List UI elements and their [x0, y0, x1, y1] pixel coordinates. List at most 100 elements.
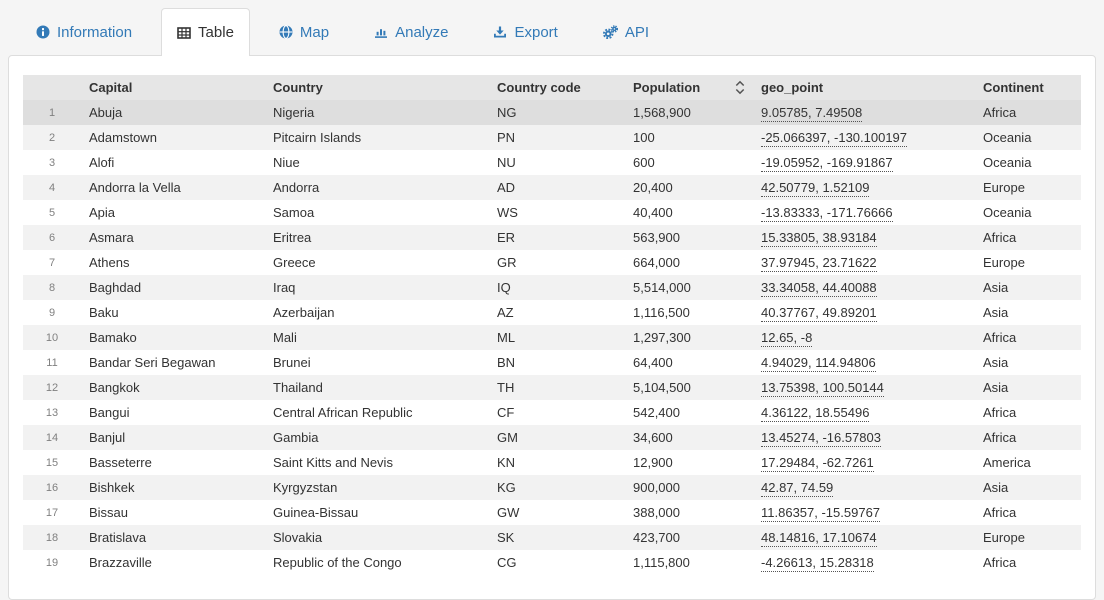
tab-api[interactable]: API — [587, 8, 665, 55]
cell-population: 542,400 — [625, 400, 753, 425]
row-index: 11 — [23, 350, 81, 375]
geo-point-link[interactable]: 40.37767, 49.89201 — [761, 305, 877, 322]
geo-point-link[interactable]: -4.26613, 15.28318 — [761, 555, 874, 572]
geo-point-link[interactable]: -25.066397, -130.100197 — [761, 130, 907, 147]
cell-population: 1,297,300 — [625, 325, 753, 350]
geo-point-link[interactable]: -19.05952, -169.91867 — [761, 155, 893, 172]
table-row[interactable]: 9 Baku Azerbaijan AZ 1,116,500 40.37767,… — [23, 300, 1081, 325]
cell-capital: Bishkek — [81, 475, 265, 500]
cell-country-code: CF — [489, 400, 625, 425]
table-row[interactable]: 17 Bissau Guinea-Bissau GW 388,000 11.86… — [23, 500, 1081, 525]
table-row[interactable]: 12 Bangkok Thailand TH 5,104,500 13.7539… — [23, 375, 1081, 400]
cell-geo-point: 11.86357, -15.59767 — [753, 500, 975, 525]
geo-point-link[interactable]: 9.05785, 7.49508 — [761, 105, 862, 122]
row-number-header — [23, 75, 81, 100]
cell-country: Greece — [265, 250, 489, 275]
cell-capital: Abuja — [81, 100, 265, 125]
table-row[interactable]: 13 Bangui Central African Republic CF 54… — [23, 400, 1081, 425]
tab-label: Export — [514, 25, 557, 40]
table-row[interactable]: 8 Baghdad Iraq IQ 5,514,000 33.34058, 44… — [23, 275, 1081, 300]
tab-export[interactable]: Export — [477, 8, 573, 55]
cell-country: Iraq — [265, 275, 489, 300]
cell-population: 1,116,500 — [625, 300, 753, 325]
tab-information[interactable]: Information — [20, 8, 148, 55]
row-index: 18 — [23, 525, 81, 550]
cell-capital: Bangkok — [81, 375, 265, 400]
geo-point-link[interactable]: 17.29484, -62.7261 — [761, 455, 874, 472]
table-body: 1 Abuja Nigeria NG 1,568,900 9.05785, 7.… — [23, 100, 1081, 575]
table-row[interactable]: 18 Bratislava Slovakia SK 423,700 48.148… — [23, 525, 1081, 550]
column-header-population[interactable]: Population — [625, 75, 753, 100]
table-row[interactable]: 6 Asmara Eritrea ER 563,900 15.33805, 38… — [23, 225, 1081, 250]
row-index: 17 — [23, 500, 81, 525]
cell-country-code: ER — [489, 225, 625, 250]
table-row[interactable]: 16 Bishkek Kyrgyzstan KG 900,000 42.87, … — [23, 475, 1081, 500]
cell-country-code: NG — [489, 100, 625, 125]
download-icon — [493, 25, 507, 39]
column-header-geo-point[interactable]: geo_point — [753, 75, 975, 100]
globe-icon — [279, 25, 293, 39]
cell-capital: Brazzaville — [81, 550, 265, 575]
geo-point-link[interactable]: 15.33805, 38.93184 — [761, 230, 877, 247]
column-header-capital[interactable]: Capital — [81, 75, 265, 100]
cell-geo-point: -19.05952, -169.91867 — [753, 150, 975, 175]
column-header-country[interactable]: Country — [265, 75, 489, 100]
cell-continent: Oceania — [975, 125, 1081, 150]
geo-point-link[interactable]: 4.36122, 18.55496 — [761, 405, 869, 422]
column-header-continent[interactable]: Continent — [975, 75, 1081, 100]
tab-table[interactable]: Table — [161, 8, 250, 56]
row-index: 3 — [23, 150, 81, 175]
cell-continent: Asia — [975, 300, 1081, 325]
cell-capital: Bandar Seri Begawan — [81, 350, 265, 375]
geo-point-link[interactable]: -13.83333, -171.76666 — [761, 205, 893, 222]
geo-point-link[interactable]: 37.97945, 23.71622 — [761, 255, 877, 272]
geo-point-link[interactable]: 4.94029, 114.94806 — [761, 355, 876, 372]
geo-point-link[interactable]: 48.14816, 17.10674 — [761, 530, 877, 547]
geo-point-link[interactable]: 12.65, -8 — [761, 330, 812, 347]
geo-point-link[interactable]: 11.86357, -15.59767 — [761, 505, 880, 522]
geo-point-link[interactable]: 13.45274, -16.57803 — [761, 430, 881, 447]
cell-capital: Athens — [81, 250, 265, 275]
cell-continent: Africa — [975, 500, 1081, 525]
cell-geo-point: 37.97945, 23.71622 — [753, 250, 975, 275]
cell-population: 388,000 — [625, 500, 753, 525]
geo-point-link[interactable]: 13.75398, 100.50144 — [761, 380, 884, 397]
table-row[interactable]: 7 Athens Greece GR 664,000 37.97945, 23.… — [23, 250, 1081, 275]
sort-icon[interactable] — [735, 80, 745, 95]
tab-map[interactable]: Map — [263, 8, 345, 55]
geo-point-link[interactable]: 42.87, 74.59 — [761, 480, 833, 497]
tab-label: Map — [300, 25, 329, 40]
table-row[interactable]: 2 Adamstown Pitcairn Islands PN 100 -25.… — [23, 125, 1081, 150]
cell-continent: Oceania — [975, 150, 1081, 175]
table-row[interactable]: 11 Bandar Seri Begawan Brunei BN 64,400 … — [23, 350, 1081, 375]
cell-country-code: KG — [489, 475, 625, 500]
cell-continent: Asia — [975, 275, 1081, 300]
cell-country: Samoa — [265, 200, 489, 225]
cell-geo-point: 4.36122, 18.55496 — [753, 400, 975, 425]
table-row[interactable]: 4 Andorra la Vella Andorra AD 20,400 42.… — [23, 175, 1081, 200]
cell-geo-point: 15.33805, 38.93184 — [753, 225, 975, 250]
table-row[interactable]: 15 Basseterre Saint Kitts and Nevis KN 1… — [23, 450, 1081, 475]
row-index: 4 — [23, 175, 81, 200]
table-row[interactable]: 5 Apia Samoa WS 40,400 -13.83333, -171.7… — [23, 200, 1081, 225]
table-row[interactable]: 3 Alofi Niue NU 600 -19.05952, -169.9186… — [23, 150, 1081, 175]
cell-country: Central African Republic — [265, 400, 489, 425]
table-row[interactable]: 19 Brazzaville Republic of the Congo CG … — [23, 550, 1081, 575]
table-row[interactable]: 14 Banjul Gambia GM 34,600 13.45274, -16… — [23, 425, 1081, 450]
geo-point-link[interactable]: 33.34058, 44.40088 — [761, 280, 877, 297]
cell-continent: Africa — [975, 325, 1081, 350]
cell-capital: Andorra la Vella — [81, 175, 265, 200]
cell-country: Gambia — [265, 425, 489, 450]
cell-continent: Asia — [975, 475, 1081, 500]
cell-country: Azerbaijan — [265, 300, 489, 325]
cell-population: 664,000 — [625, 250, 753, 275]
cell-country-code: ML — [489, 325, 625, 350]
table-row[interactable]: 1 Abuja Nigeria NG 1,568,900 9.05785, 7.… — [23, 100, 1081, 125]
table-row[interactable]: 10 Bamako Mali ML 1,297,300 12.65, -8 Af… — [23, 325, 1081, 350]
row-index: 5 — [23, 200, 81, 225]
column-header-country-code[interactable]: Country code — [489, 75, 625, 100]
cell-geo-point: 42.50779, 1.52109 — [753, 175, 975, 200]
geo-point-link[interactable]: 42.50779, 1.52109 — [761, 180, 869, 197]
tab-analyze[interactable]: Analyze — [358, 8, 464, 55]
cell-capital: Adamstown — [81, 125, 265, 150]
